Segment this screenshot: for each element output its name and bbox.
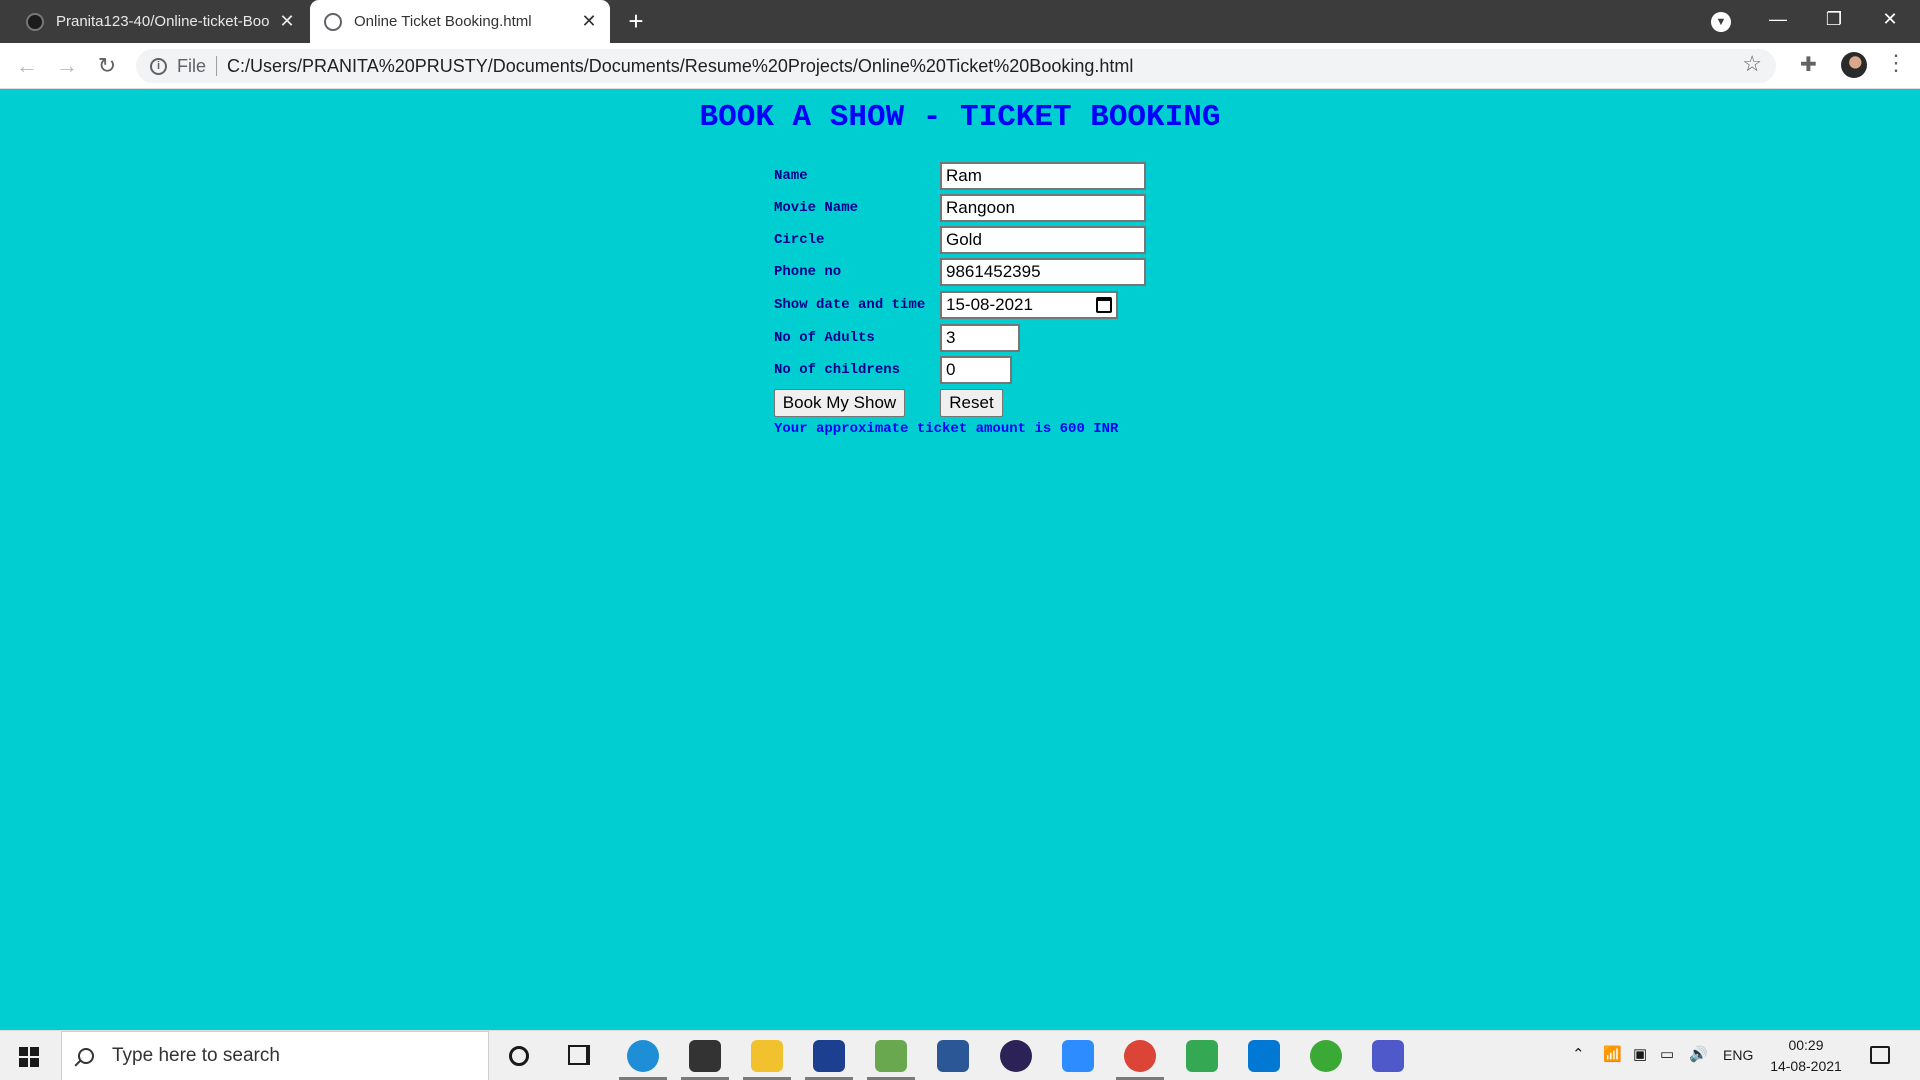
notification-icon[interactable] <box>1870 1046 1890 1064</box>
tab-title: Pranita123-40/Online-ticket-Boo <box>56 13 270 30</box>
form-row-name: Name Ram <box>774 162 1146 190</box>
more-menu-icon[interactable]: ⋮ <box>1885 50 1907 76</box>
tab-search-icon[interactable]: ▼ <box>1711 12 1731 32</box>
teams-icon[interactable] <box>1372 1040 1404 1072</box>
refresh-ring-icon[interactable] <box>1310 1040 1342 1072</box>
reset-button[interactable]: Reset <box>940 389 1003 417</box>
chrome-icon[interactable] <box>1124 1040 1156 1072</box>
minimize-button[interactable]: — <box>1750 0 1806 40</box>
bookmark-star-icon[interactable]: ☆ <box>1742 51 1762 77</box>
phone-label: Phone no <box>774 264 842 280</box>
taskbar: Type here to search ⌃ 📶 ▣ ▭ 🔊 ENG 00:29 … <box>0 1030 1920 1080</box>
clock[interactable]: 00:29 14-08-2021 <box>1766 1035 1846 1077</box>
search-icon <box>78 1048 94 1064</box>
forward-arrow-icon[interactable]: → <box>52 51 82 81</box>
adults-label: No of Adults <box>774 330 875 346</box>
language-indicator[interactable]: ENG <box>1723 1047 1753 1063</box>
store-icon[interactable] <box>689 1040 721 1072</box>
taskbar-search-box[interactable]: Type here to search <box>61 1031 489 1080</box>
children-input[interactable]: 0 <box>940 356 1012 384</box>
windows-start-icon[interactable] <box>19 1047 39 1067</box>
show-date-label: Show date and time <box>774 297 926 313</box>
task-view-icon[interactable] <box>568 1045 590 1065</box>
children-label: No of childrens <box>774 362 901 378</box>
clock-time: 00:29 <box>1788 1037 1824 1053</box>
browser-toolbar: ← → ↻ i File C:/Users/PRANITA%20PRUSTY/D… <box>0 43 1920 89</box>
show-date-input[interactable]: 15-08-2021 <box>940 291 1118 319</box>
page-title: BOOK A SHOW - TICKET BOOKING <box>699 100 1221 135</box>
close-icon[interactable]: ✕ <box>576 11 602 32</box>
new-tab-button[interactable]: + <box>622 7 650 35</box>
tab-title: Online Ticket Booking.html <box>354 13 532 30</box>
url-text[interactable]: C:/Users/PRANITA%20PRUSTY/Documents/Docu… <box>227 56 1133 77</box>
restore-button[interactable]: ❐ <box>1806 0 1862 40</box>
form-row-movie: Movie Name Rangoon <box>774 194 1146 222</box>
window-close-button[interactable]: ✕ <box>1862 0 1918 40</box>
edge-icon[interactable] <box>627 1040 659 1072</box>
address-bar[interactable]: i File C:/Users/PRANITA%20PRUSTY/Documen… <box>136 49 1776 83</box>
name-input[interactable]: Ram <box>940 162 1146 190</box>
calendar-icon[interactable] <box>1096 297 1112 313</box>
extensions-puzzle-icon[interactable]: ✚ <box>1800 52 1817 77</box>
tab-strip: Pranita123-40/Online-ticket-Boo ✕ Online… <box>0 0 1920 43</box>
circle-input[interactable]: Gold <box>940 226 1146 254</box>
form-row-show-date: Show date and time 15-08-2021 <box>774 291 1118 319</box>
globe-icon <box>324 12 342 31</box>
vscode-icon[interactable] <box>1248 1040 1280 1072</box>
maps-icon[interactable] <box>1186 1040 1218 1072</box>
divider <box>216 56 218 76</box>
clock-date: 14-08-2021 <box>1770 1058 1842 1074</box>
show-date-value: 15-08-2021 <box>946 295 1033 314</box>
devc-icon[interactable] <box>813 1040 845 1072</box>
wifi-icon[interactable]: 📶 <box>1603 1045 1622 1063</box>
battery-icon[interactable]: ▭ <box>1660 1045 1674 1063</box>
zoom-icon[interactable] <box>1062 1040 1094 1072</box>
phone-input[interactable]: 9861452395 <box>940 258 1146 286</box>
word-icon[interactable] <box>937 1040 969 1072</box>
circle-label: Circle <box>774 232 825 248</box>
form-row-adults: No of Adults 3 <box>774 324 1020 352</box>
search-placeholder: Type here to search <box>112 1045 280 1066</box>
cortana-icon[interactable] <box>509 1046 529 1066</box>
form-row-circle: Circle Gold <box>774 226 1146 254</box>
profile-avatar[interactable] <box>1841 52 1867 78</box>
reload-icon[interactable]: ↻ <box>92 51 122 81</box>
form-row-phone: Phone no 9861452395 <box>774 258 1146 286</box>
movie-name-label: Movie Name <box>774 200 859 216</box>
paint-icon[interactable] <box>875 1040 907 1072</box>
book-my-show-button[interactable]: Book My Show <box>774 389 905 417</box>
close-icon[interactable]: ✕ <box>274 11 300 32</box>
device-icon[interactable]: ▣ <box>1633 1045 1647 1063</box>
tab-github-repo[interactable]: Pranita123-40/Online-ticket-Boo ✕ <box>12 0 308 43</box>
volume-icon[interactable]: 🔊 <box>1689 1045 1708 1063</box>
name-label: Name <box>774 168 808 184</box>
ticket-amount-text: Your approximate ticket amount is 600 IN… <box>774 421 1119 437</box>
movie-name-input[interactable]: Rangoon <box>940 194 1146 222</box>
adults-input[interactable]: 3 <box>940 324 1020 352</box>
chevron-up-icon[interactable]: ⌃ <box>1572 1045 1585 1063</box>
scheme-label: File <box>177 55 207 76</box>
back-arrow-icon[interactable]: ← <box>12 51 42 81</box>
form-row-children: No of childrens 0 <box>774 356 1012 384</box>
eclipse-icon[interactable] <box>1000 1040 1032 1072</box>
info-icon[interactable]: i <box>150 57 167 75</box>
github-icon <box>26 12 44 31</box>
file-explorer-icon[interactable] <box>751 1040 783 1072</box>
tab-online-ticket-booking[interactable]: Online Ticket Booking.html ✕ <box>310 0 610 43</box>
